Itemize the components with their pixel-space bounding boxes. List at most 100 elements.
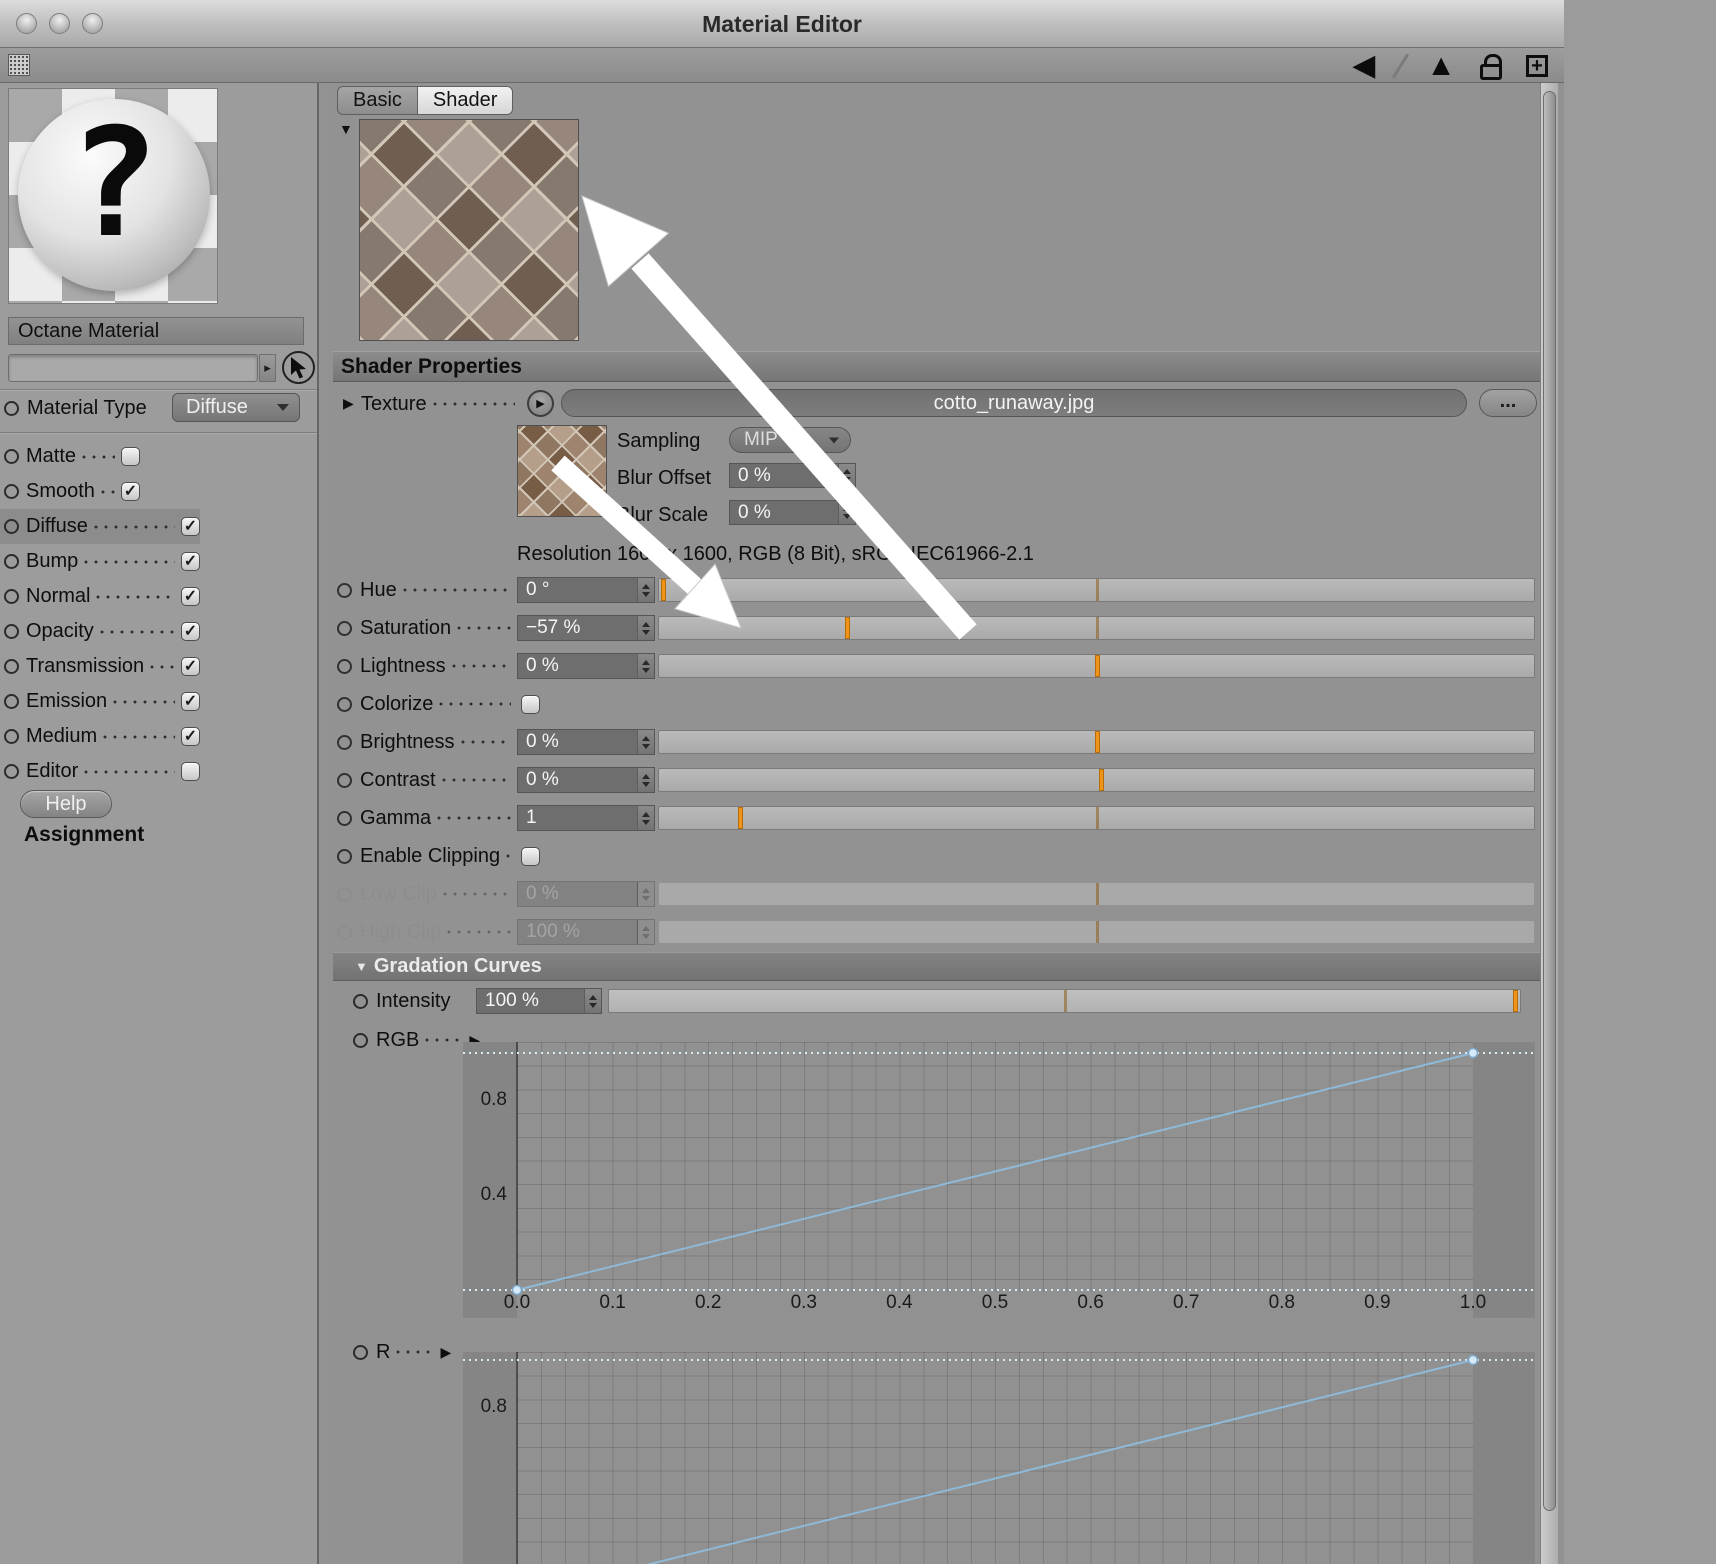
- add-icon[interactable]: +: [1526, 54, 1548, 77]
- param-checkbox[interactable]: [521, 694, 540, 714]
- texture-link-button[interactable]: ▶: [527, 390, 554, 417]
- channel-checkbox[interactable]: ✓: [181, 727, 200, 746]
- stepper[interactable]: [584, 989, 601, 1013]
- param-radio[interactable]: [337, 810, 352, 826]
- channel-row[interactable]: Bump ✓: [0, 544, 200, 579]
- stepper[interactable]: [637, 920, 654, 944]
- material-type-dropdown[interactable]: Diffuse: [172, 393, 300, 422]
- channel-checkbox[interactable]: ✓: [121, 482, 140, 501]
- param-value-field[interactable]: 1: [517, 805, 655, 831]
- channel-checkbox[interactable]: ✓: [181, 692, 200, 711]
- channel-checkbox[interactable]: ✓: [181, 517, 200, 536]
- name-expand-button[interactable]: ▸: [259, 354, 276, 382]
- param-value-field[interactable]: 100 %: [517, 919, 655, 945]
- pick-material-button[interactable]: [282, 351, 315, 384]
- param-slider[interactable]: [658, 730, 1535, 754]
- intensity-field[interactable]: 100 %: [476, 988, 602, 1014]
- texture-swatch-icon[interactable]: [8, 54, 30, 76]
- stepper[interactable]: [637, 806, 654, 830]
- param-radio[interactable]: [337, 582, 352, 598]
- blur-offset-field[interactable]: 0 %: [729, 463, 856, 488]
- channel-checkbox[interactable]: ✓: [181, 587, 200, 606]
- channel-row[interactable]: Smooth ✓: [0, 474, 140, 509]
- intensity-radio[interactable]: [353, 993, 368, 1009]
- material-preview[interactable]: ?: [8, 88, 218, 304]
- texture-thumbnail[interactable]: [517, 425, 607, 517]
- channel-checkbox[interactable]: [121, 447, 140, 466]
- param-value-field[interactable]: 0 %: [517, 881, 655, 907]
- stepper[interactable]: [637, 616, 654, 640]
- stepper[interactable]: [637, 768, 654, 792]
- r-curve-graph[interactable]: 0.8: [463, 1352, 1535, 1564]
- param-value-field[interactable]: −57 %: [517, 615, 655, 641]
- blur-scale-field[interactable]: 0 %: [729, 500, 856, 525]
- param-value-field[interactable]: 0 %: [517, 767, 655, 793]
- r-radio[interactable]: [353, 1344, 368, 1360]
- channel-radio[interactable]: [4, 659, 19, 674]
- channel-checkbox[interactable]: ✓: [181, 657, 200, 676]
- channel-radio[interactable]: [4, 694, 19, 709]
- gradation-curves-header[interactable]: ▼ Gradation Curves: [333, 952, 1541, 981]
- channel-radio[interactable]: [4, 764, 19, 779]
- back-icon[interactable]: ◀: [1352, 50, 1375, 81]
- param-radio[interactable]: [337, 848, 352, 864]
- stepper[interactable]: [637, 882, 654, 906]
- channel-row[interactable]: Normal ✓: [0, 579, 200, 614]
- channel-checkbox[interactable]: ✓: [181, 622, 200, 641]
- param-slider[interactable]: [658, 654, 1535, 678]
- curve-point-end[interactable]: [1467, 1047, 1479, 1059]
- intensity-slider[interactable]: [608, 989, 1521, 1013]
- material-name-input[interactable]: [8, 354, 258, 382]
- channel-row[interactable]: Diffuse ✓: [0, 509, 200, 544]
- channel-row[interactable]: Matte: [0, 439, 140, 474]
- channel-row[interactable]: Editor: [0, 754, 200, 789]
- curve-point-end[interactable]: [1467, 1354, 1479, 1366]
- param-slider[interactable]: [658, 882, 1535, 906]
- param-slider[interactable]: [658, 616, 1535, 640]
- browse-button[interactable]: ...: [1479, 389, 1537, 417]
- channel-row[interactable]: Opacity ✓: [0, 614, 200, 649]
- param-radio[interactable]: [337, 924, 352, 940]
- param-radio[interactable]: [337, 658, 352, 674]
- sampling-dropdown[interactable]: MIP: [729, 427, 851, 453]
- channel-radio[interactable]: [4, 589, 19, 604]
- param-slider[interactable]: [658, 768, 1535, 792]
- rgb-curve-graph[interactable]: 0.8 0.4 0.0 0.1 0.2 0.3 0.4 0.5 0.6 0.7 0.8 0.9 1.…: [463, 1042, 1535, 1318]
- param-radio[interactable]: [337, 886, 352, 902]
- texture-filename-field[interactable]: cotto_runaway.jpg: [561, 389, 1467, 417]
- tab-shader[interactable]: Shader: [416, 86, 514, 115]
- lock-icon[interactable]: [1480, 53, 1502, 80]
- channel-row[interactable]: Medium ✓: [0, 719, 200, 754]
- param-value-field[interactable]: 0 %: [517, 653, 655, 679]
- param-checkbox[interactable]: [521, 846, 540, 866]
- vertical-scrollbar[interactable]: [1540, 83, 1558, 1564]
- collapse-icon[interactable]: ▼: [339, 121, 353, 137]
- param-value-field[interactable]: 0 °: [517, 577, 655, 603]
- channel-radio[interactable]: [4, 554, 19, 569]
- help-button[interactable]: Help: [20, 790, 112, 818]
- up-icon[interactable]: ▲: [1426, 50, 1456, 81]
- scrollbar-thumb[interactable]: [1543, 91, 1556, 1511]
- expand-icon[interactable]: ▶: [440, 1344, 451, 1361]
- expand-icon[interactable]: ▶: [343, 395, 354, 412]
- tab-basic[interactable]: Basic: [337, 86, 417, 115]
- stepper[interactable]: [637, 578, 654, 602]
- material-type-radio[interactable]: [4, 400, 19, 416]
- param-slider[interactable]: [658, 920, 1535, 944]
- param-slider[interactable]: [658, 806, 1535, 830]
- param-radio[interactable]: [337, 772, 352, 788]
- channel-radio[interactable]: [4, 519, 19, 534]
- stepper[interactable]: [637, 654, 654, 678]
- channel-radio[interactable]: [4, 449, 19, 464]
- param-value-field[interactable]: 0 %: [517, 729, 655, 755]
- channel-radio[interactable]: [4, 729, 19, 744]
- stepper[interactable]: [637, 730, 654, 754]
- channel-checkbox[interactable]: ✓: [181, 552, 200, 571]
- stepper[interactable]: [838, 501, 855, 524]
- channel-radio[interactable]: [4, 624, 19, 639]
- channel-checkbox[interactable]: [181, 762, 200, 781]
- stepper[interactable]: [838, 464, 855, 487]
- texture-preview-large[interactable]: [359, 119, 579, 341]
- rgb-radio[interactable]: [353, 1032, 368, 1048]
- channel-radio[interactable]: [4, 484, 19, 499]
